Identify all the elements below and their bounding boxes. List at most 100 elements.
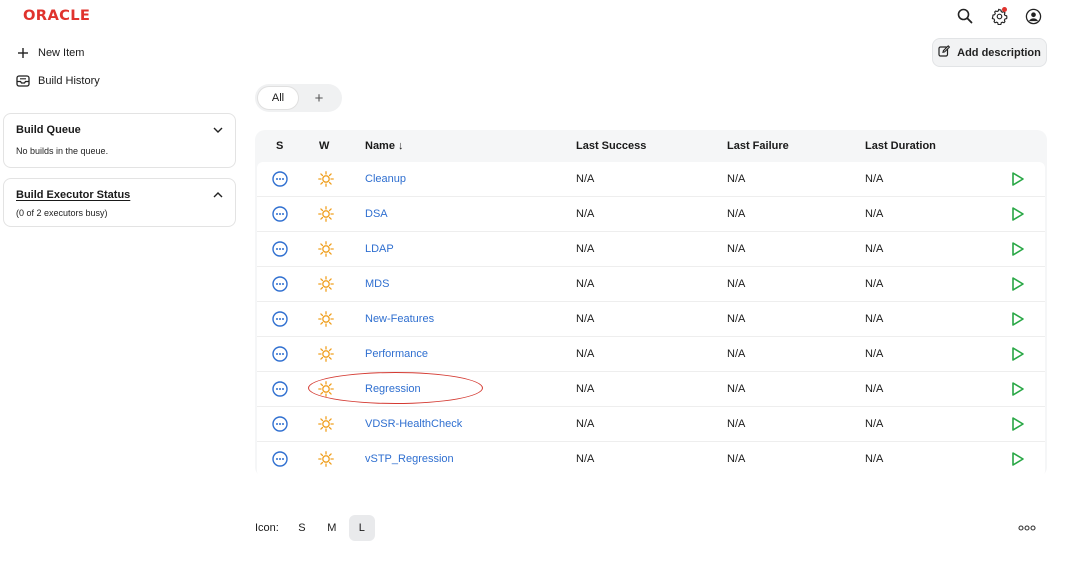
header-actions — [955, 6, 1043, 26]
run-build-icon[interactable] — [1011, 311, 1025, 330]
edit-icon — [938, 45, 951, 60]
run-build-icon[interactable] — [1011, 206, 1025, 225]
table-row: MDS N/A N/A N/A — [257, 267, 1045, 302]
last-duration-cell: N/A — [865, 453, 884, 465]
weather-sunny-icon[interactable] — [318, 206, 334, 225]
col-name[interactable]: Name ↓ — [365, 140, 404, 152]
build-history-link[interactable]: Build History — [16, 74, 100, 88]
run-build-icon[interactable] — [1011, 346, 1025, 365]
build-queue-header: Build Queue — [16, 124, 223, 136]
notification-dot — [1002, 7, 1007, 12]
col-last-success[interactable]: Last Success — [576, 140, 646, 152]
inbox-icon — [16, 74, 30, 88]
add-description-button[interactable]: Add description — [932, 38, 1047, 67]
table-header: S W Name ↓ Last Success Last Failure Las… — [255, 130, 1047, 162]
job-name-link[interactable]: LDAP — [365, 243, 394, 255]
col-status[interactable]: S — [276, 140, 283, 152]
new-item-link[interactable]: New Item — [16, 46, 84, 60]
last-failure-cell: N/A — [727, 243, 746, 255]
job-name-link[interactable]: vSTP_Regression — [365, 453, 454, 465]
icon-size-m[interactable]: M — [319, 515, 345, 541]
last-failure-cell: N/A — [727, 418, 746, 430]
weather-sunny-icon[interactable] — [318, 416, 334, 435]
job-name-link[interactable]: New-Features — [365, 313, 434, 325]
table-row: New-Features N/A N/A N/A — [257, 302, 1045, 337]
last-failure-cell: N/A — [727, 173, 746, 185]
job-name-link[interactable]: Regression — [365, 383, 421, 395]
last-duration-cell: N/A — [865, 208, 884, 220]
tab-all[interactable]: All — [258, 87, 298, 109]
weather-sunny-icon[interactable] — [318, 276, 334, 295]
job-name-link[interactable]: DSA — [365, 208, 388, 220]
build-queue-empty-text: No builds in the queue. — [16, 146, 109, 156]
build-history-label: Build History — [38, 75, 100, 87]
last-failure-cell: N/A — [727, 208, 746, 220]
last-duration-cell: N/A — [865, 348, 884, 360]
last-duration-cell: N/A — [865, 278, 884, 290]
last-success-cell: N/A — [576, 278, 595, 290]
chevron-down-icon[interactable] — [213, 124, 223, 136]
last-duration-cell: N/A — [865, 383, 884, 395]
last-failure-cell: N/A — [727, 313, 746, 325]
icon-size-l[interactable]: L — [348, 515, 375, 541]
status-icon[interactable] — [272, 381, 288, 400]
new-item-label: New Item — [38, 47, 85, 59]
job-name-link[interactable]: Performance — [365, 348, 428, 360]
weather-sunny-icon[interactable] — [318, 381, 334, 400]
run-build-icon[interactable] — [1011, 381, 1025, 400]
status-icon[interactable] — [272, 346, 288, 365]
weather-sunny-icon[interactable] — [318, 171, 334, 190]
status-icon[interactable] — [272, 206, 288, 225]
icon-size-selector: Icon: S M L — [255, 515, 375, 541]
last-success-cell: N/A — [576, 453, 595, 465]
run-build-icon[interactable] — [1011, 276, 1025, 295]
settings-icon[interactable] — [989, 6, 1009, 26]
executor-status-header: Build Executor Status — [16, 189, 223, 201]
table-row: Performance N/A N/A N/A — [257, 337, 1045, 372]
col-last-failure[interactable]: Last Failure — [727, 140, 789, 152]
weather-sunny-icon[interactable] — [318, 241, 334, 260]
status-icon[interactable] — [272, 416, 288, 435]
table-row: LDAP N/A N/A N/A — [257, 232, 1045, 267]
last-duration-cell: N/A — [865, 243, 884, 255]
build-queue-panel: Build Queue No builds in the queue. — [3, 113, 236, 168]
more-options-icon[interactable] — [1018, 522, 1036, 534]
weather-sunny-icon[interactable] — [318, 451, 334, 470]
run-build-icon[interactable] — [1011, 416, 1025, 435]
run-build-icon[interactable] — [1011, 241, 1025, 260]
status-icon[interactable] — [272, 276, 288, 295]
last-failure-cell: N/A — [727, 278, 746, 290]
view-tabs: All + — [255, 84, 342, 112]
table-body: Cleanup N/A N/A N/A DSA N/A N/A N/A LDAP N/A N/A N/… — [257, 162, 1045, 477]
oracle-logo[interactable]: ORACLE — [23, 8, 90, 24]
last-success-cell: N/A — [576, 383, 595, 395]
table-row: vSTP_Regression N/A N/A N/A — [257, 442, 1045, 477]
add-view-button[interactable]: + — [300, 87, 338, 109]
status-icon[interactable] — [272, 171, 288, 190]
job-name-link[interactable]: Cleanup — [365, 173, 406, 185]
chevron-up-icon[interactable] — [213, 189, 223, 201]
weather-sunny-icon[interactable] — [318, 346, 334, 365]
status-icon[interactable] — [272, 241, 288, 260]
last-success-cell: N/A — [576, 348, 595, 360]
run-build-icon[interactable] — [1011, 451, 1025, 470]
search-icon[interactable] — [955, 6, 975, 26]
table-row: Regression N/A N/A N/A — [257, 372, 1045, 407]
status-icon[interactable] — [272, 311, 288, 330]
icon-size-s[interactable]: S — [289, 515, 315, 541]
weather-sunny-icon[interactable] — [318, 311, 334, 330]
col-last-duration[interactable]: Last Duration — [865, 140, 936, 152]
last-success-cell: N/A — [576, 418, 595, 430]
run-build-icon[interactable] — [1011, 171, 1025, 190]
col-weather[interactable]: W — [319, 140, 329, 152]
user-icon[interactable] — [1023, 6, 1043, 26]
last-success-cell: N/A — [576, 173, 595, 185]
job-name-link[interactable]: VDSR-HealthCheck — [365, 418, 462, 430]
last-failure-cell: N/A — [727, 348, 746, 360]
job-name-link[interactable]: MDS — [365, 278, 389, 290]
last-success-cell: N/A — [576, 313, 595, 325]
executor-status-panel: Build Executor Status (0 of 2 executors … — [3, 178, 236, 227]
last-success-cell: N/A — [576, 243, 595, 255]
status-icon[interactable] — [272, 451, 288, 470]
executor-status-title[interactable]: Build Executor Status — [16, 189, 130, 201]
